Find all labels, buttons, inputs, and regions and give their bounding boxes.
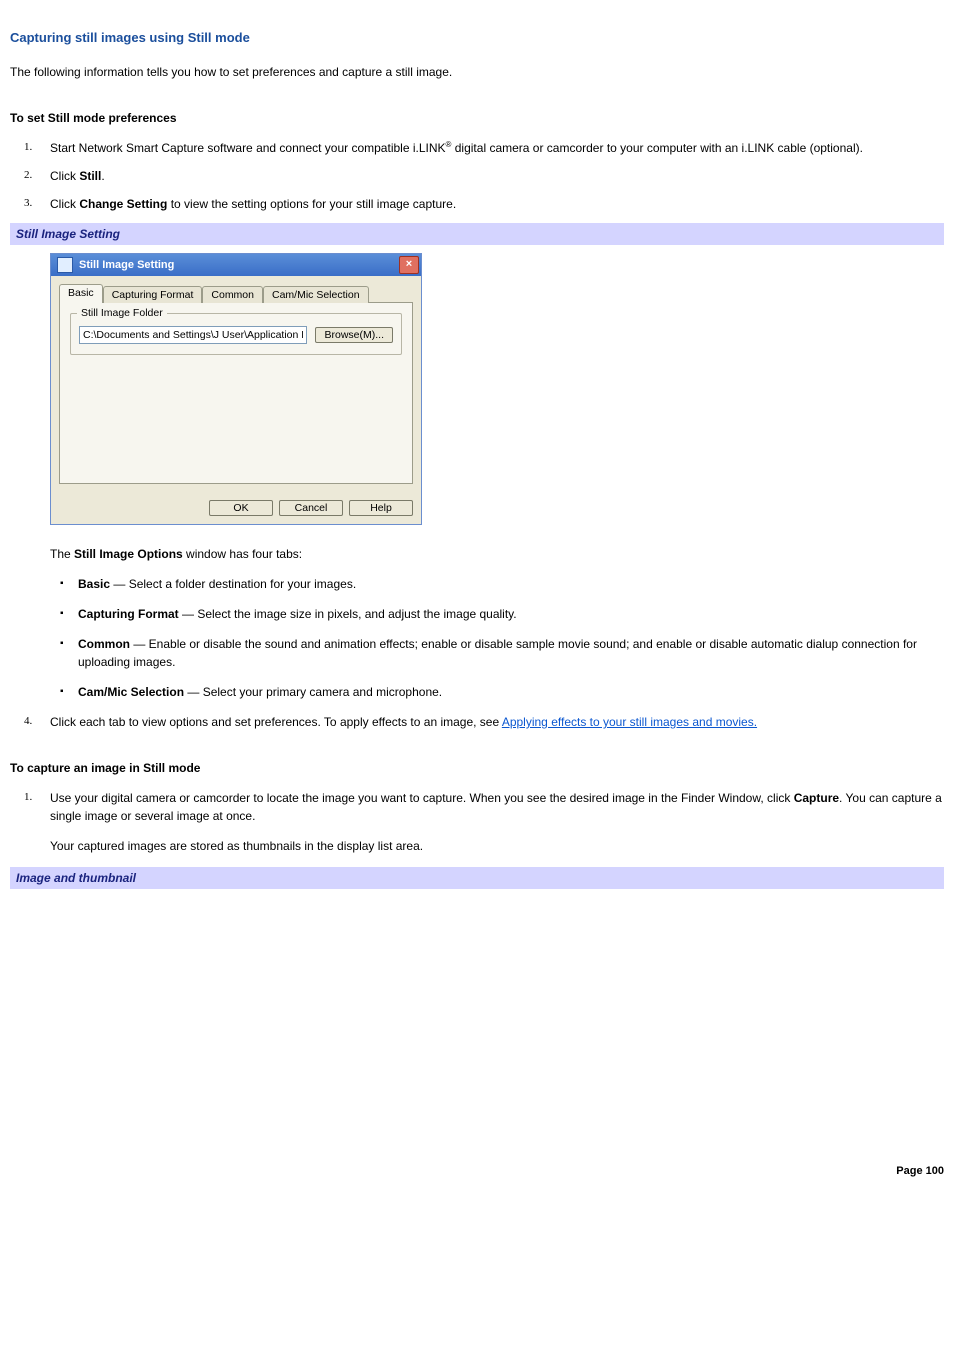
step-text: Click each tab to view options and set p… (50, 715, 757, 729)
step-number: 4. (24, 713, 32, 730)
list-item: Common — Enable or disable the sound and… (50, 635, 944, 671)
section-heading-capture: To capture an image in Still mode (10, 759, 944, 777)
app-icon (57, 257, 73, 273)
step-note: Your captured images are stored as thumb… (50, 837, 944, 855)
dialog-titlebar[interactable]: Still Image Setting × (51, 254, 421, 276)
ok-button[interactable]: OK (209, 500, 273, 516)
fieldset-legend: Still Image Folder (77, 307, 167, 319)
cancel-button[interactable]: Cancel (279, 500, 343, 516)
figure-caption-still-image-setting: Still Image Setting (10, 223, 944, 245)
step-number: 3. (24, 195, 32, 212)
steps-set-prefs-cont: 4. Click each tab to view options and se… (10, 713, 944, 731)
steps-capture: 1. Use your digital camera or camcorder … (10, 789, 944, 855)
step-number: 2. (24, 167, 32, 184)
options-intro: The Still Image Options window has four … (50, 545, 944, 563)
intro-text: The following information tells you how … (10, 63, 944, 81)
step-text: Use your digital camera or camcorder to … (50, 791, 942, 823)
step-number: 1. (24, 139, 32, 156)
tab-panel-basic: Still Image Folder Browse(M)... (59, 302, 413, 484)
fieldset-still-image-folder: Still Image Folder Browse(M)... (70, 313, 402, 355)
step-text: Start Network Smart Capture software and… (50, 141, 863, 155)
dialog-tabs: Basic Capturing Format Common Cam/Mic Se… (59, 284, 413, 303)
tab-capturing-format[interactable]: Capturing Format (103, 286, 203, 303)
page-number: Page 100 (10, 1165, 944, 1177)
list-item: Basic — Select a folder destination for … (50, 575, 944, 593)
page-title: Capturing still images using Still mode (10, 30, 944, 45)
figure-placeholder (50, 895, 944, 1145)
steps-set-prefs: 1. Start Network Smart Capture software … (10, 139, 944, 213)
dialog-footer: OK Cancel Help (51, 492, 421, 524)
step-text: Click Still. (50, 169, 105, 183)
step-text: Click Change Setting to view the setting… (50, 197, 456, 211)
browse-button[interactable]: Browse(M)... (315, 327, 393, 343)
list-item: Capturing Format — Select the image size… (50, 605, 944, 623)
tab-cam-mic-selection[interactable]: Cam/Mic Selection (263, 286, 369, 303)
close-icon[interactable]: × (399, 256, 419, 274)
figure-caption-image-thumbnail: Image and thumbnail (10, 867, 944, 889)
list-item: Cam/Mic Selection — Select your primary … (50, 683, 944, 701)
tab-common[interactable]: Common (202, 286, 263, 303)
tab-description-list: Basic — Select a folder destination for … (50, 575, 944, 701)
help-button[interactable]: Help (349, 500, 413, 516)
tab-basic[interactable]: Basic (59, 284, 103, 303)
dialog-still-image-setting: Still Image Setting × Basic Capturing Fo… (50, 253, 422, 525)
folder-path-input[interactable] (79, 326, 307, 344)
step-number: 1. (24, 789, 32, 806)
section-heading-set-prefs: To set Still mode preferences (10, 109, 944, 127)
link-applying-effects[interactable]: Applying effects to your still images an… (502, 715, 757, 729)
dialog-title-text: Still Image Setting (79, 259, 174, 271)
